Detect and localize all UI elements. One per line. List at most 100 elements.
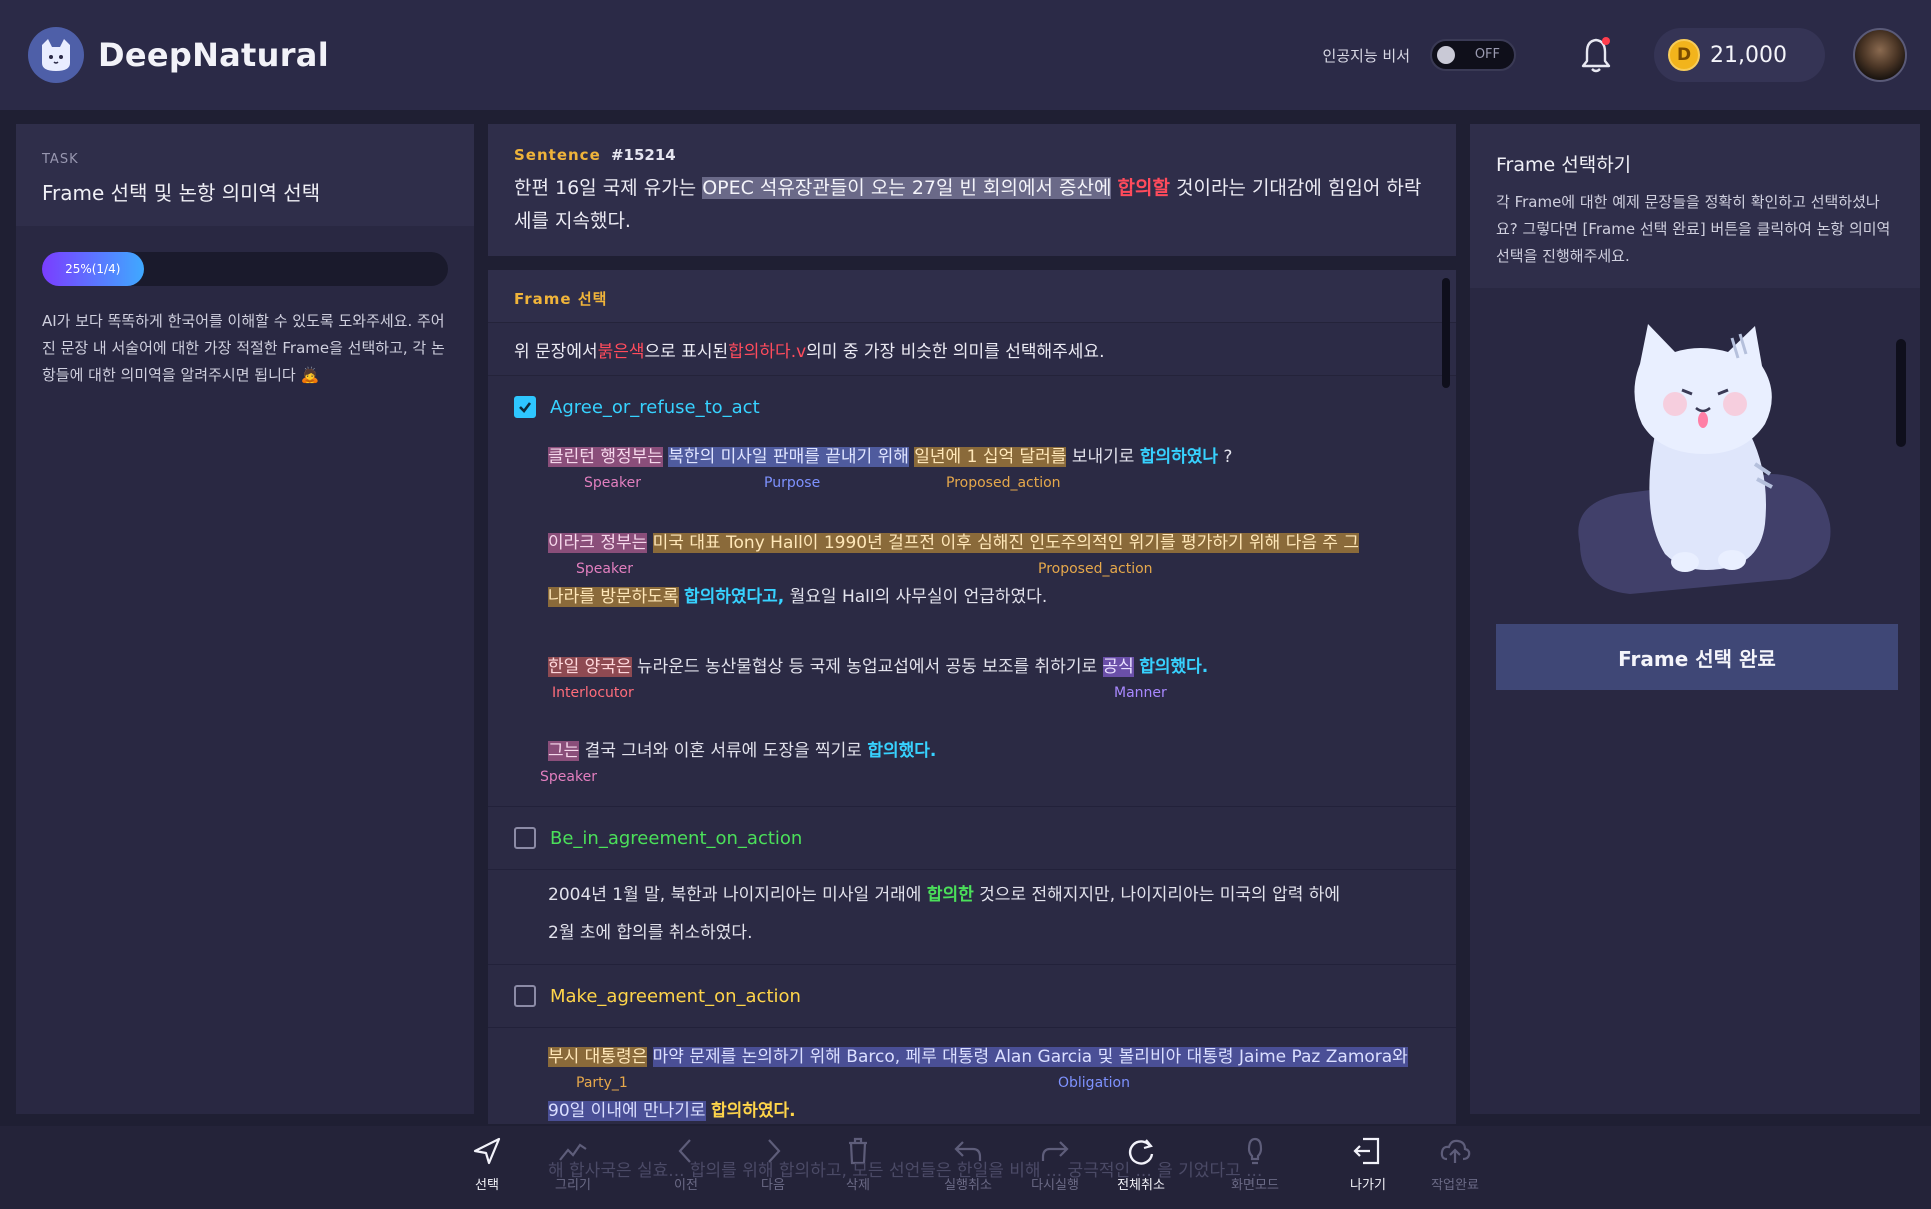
frame-option-label: Make_agreement_on_action	[550, 985, 801, 1007]
sentence-card: Sentence #15214 한편 16일 국제 유가는 OPEC 석유장관들…	[488, 124, 1456, 256]
example-predicate: 합의한	[926, 885, 974, 905]
example-line: 그는 결국 그녀와 이혼 서류에 도장을 찍기로 합의했다.	[548, 736, 1456, 766]
frame-option-label: Agree_or_refuse_to_act	[550, 396, 760, 418]
annotated-argument: 그는	[548, 741, 580, 761]
annotated-argument: 90일 이내에 만나기로	[548, 1101, 706, 1121]
question-predicate: 합의하다.v	[728, 341, 807, 362]
toggle-state: OFF	[1474, 47, 1501, 62]
annotated-argument: 부시 대통령은	[548, 1047, 648, 1067]
sentence-header: Sentence #15214	[514, 146, 1430, 164]
task-panel: TASK Frame 선택 및 논항 의미역 선택 25%(1/4) AI가 보…	[16, 124, 474, 1114]
frame-checkbox[interactable]	[514, 827, 536, 849]
main-content: Sentence #15214 한편 16일 국제 유가는 OPEC 석유장관들…	[488, 124, 1456, 1124]
example-sentence: 2004년 1월 말, 북한과 나이지리아는 미사일 거래에 합의한 것으로 전…	[548, 880, 1456, 918]
guide-panel: Frame 선택하기 각 Frame에 대한 예제 문장들을 정확히 확인하고 …	[1470, 124, 1920, 1114]
highlighted-argument: OPEC 석유장관들이 오는 27일 빈 회의에서 증산에	[702, 177, 1112, 199]
example-predicate: 합의하였다고,	[683, 587, 785, 607]
role-tag: Party_1	[576, 1075, 628, 1091]
guide-header: Frame 선택하기 각 Frame에 대한 예제 문장들을 정확히 확인하고 …	[1470, 124, 1920, 288]
user-avatar[interactable]	[1853, 28, 1907, 82]
frame-option-label: Be_in_agreement_on_action	[550, 827, 803, 849]
frame-select-complete-button[interactable]: Frame 선택 완료	[1496, 624, 1898, 690]
toolbar-button-exit[interactable]: 나가기	[1325, 1134, 1411, 1202]
example-text: 보내기로	[1066, 447, 1140, 467]
task-title: Frame 선택 및 논항 의미역 선택	[42, 181, 321, 205]
task-description: AI가 보다 똑똑하게 한국어를 이해할 수 있도록 도와주세요. 주어진 문장…	[42, 312, 445, 384]
top-header: DeepNatural 인공지능 비서 OFF D 21,000	[0, 0, 1931, 110]
example-line: 이라크 정부는 미국 대표 Tony Hall이 1990년 걸프전 이후 심해…	[548, 528, 1456, 558]
example-sentence: 그는 결국 그녀와 이혼 서류에 도장을 찍기로 합의했다. Speaker	[540, 732, 1456, 806]
guide-description: 각 Frame에 대한 예제 문장들을 정확히 확인하고 선택하셨나요? 그렇다…	[1496, 193, 1891, 265]
annotated-argument: 일년에 1 십억 달러를	[914, 447, 1067, 467]
ai-assistant-toggle[interactable]: OFF	[1430, 39, 1517, 71]
toggle-knob	[1437, 46, 1456, 64]
guide-title: Frame 선택하기	[1496, 154, 1632, 176]
example-text: ?	[1218, 447, 1233, 467]
sentence-part: 한편 16일 국제 유가는	[514, 177, 703, 199]
sentence-text: 한편 16일 국제 유가는 OPEC 석유장관들이 오는 27일 빈 회의에서 …	[514, 172, 1430, 238]
check-icon	[519, 402, 532, 413]
points-badge[interactable]: D 21,000	[1654, 28, 1825, 82]
question-red-word: 붉은색	[597, 341, 645, 362]
question-part: 으로 표시된	[644, 341, 729, 362]
frame-selection-card: Frame 선택 위 문장에서 붉은색 으로 표시된 합의하다.v 의미 중 가장…	[488, 270, 1456, 1124]
example-predicate: 합의했다.	[867, 741, 937, 761]
annotated-argument: 한일 양국은	[548, 657, 632, 677]
annotated-argument: 미국 대표 Tony Hall이 1990년 걸프전 이후 심해진 인도주의적인…	[652, 533, 1360, 553]
frame-option-agree-or-refuse[interactable]: Agree_or_refuse_to_act	[488, 376, 1456, 438]
progress-fill: 25%(1/4)	[42, 252, 144, 286]
frame-examples-list: 클린턴 행정부는 북한의 미사일 판매를 끝내기 위해 일년에 1 십억 달러를…	[488, 438, 1456, 806]
app-name: DeepNatural	[98, 36, 329, 74]
role-tag: Proposed_action	[946, 475, 1061, 491]
example-sentence-line2: 2월 초에 합의를 취소하였다.	[548, 923, 753, 943]
example-line: 90일 이내에 만나기로 합의하였다.	[548, 1096, 1456, 1124]
role-tag: Speaker	[540, 769, 597, 785]
points-value: 21,000	[1710, 42, 1787, 68]
frame-option-make-agreement[interactable]: Make_agreement_on_action	[488, 965, 1456, 1027]
coin-icon: D	[1668, 39, 1701, 71]
sentence-number: #15214	[610, 146, 676, 164]
example-text: 월요일 Hall의 사무실이 언급하였다.	[784, 587, 1048, 607]
frame-section-title: Frame 선택	[488, 270, 1456, 322]
toolbar-label: 작업완료	[1431, 1178, 1479, 1193]
role-tag: Speaker	[576, 561, 633, 577]
role-tag: Speaker	[584, 475, 641, 491]
example-line: 나라를 방문하도록 합의하였다고, 월요일 Hall의 사무실이 언급하였다.	[548, 582, 1456, 612]
example-sentence: 이라크 정부는 미국 대표 Tony Hall이 1990년 걸프전 이후 심해…	[548, 524, 1456, 648]
frame-checkbox-checked[interactable]	[514, 396, 536, 418]
example-text: 뉴라운드 농산물협상 등 국제 농업교섭에서 공동 보조를 취하기로	[631, 657, 1103, 677]
toolbar-button-cloud-upload[interactable]: 작업완료	[1412, 1134, 1498, 1202]
frame-list-scrollbar[interactable]	[1442, 278, 1450, 388]
notification-bell-icon[interactable]	[1578, 35, 1614, 75]
frame-question: 위 문장에서 붉은색 으로 표시된 합의하다.v 의미 중 가장 비슷한 의미를 …	[488, 322, 1456, 376]
annotated-argument: 나라를 방문하도록	[548, 587, 679, 607]
example-line: 한일 양국은 뉴라운드 농산물협상 등 국제 농업교섭에서 공동 보조를 취하기…	[548, 652, 1456, 682]
toolbar-button-select-arrow[interactable]: 선택	[444, 1134, 530, 1202]
role-tag: Obligation	[1058, 1075, 1130, 1091]
task-header: TASK Frame 선택 및 논항 의미역 선택	[16, 124, 474, 226]
task-progress-bar: 25%(1/4)	[42, 252, 448, 286]
example-text	[647, 1047, 652, 1067]
example-predicate: 합의했다.	[1139, 657, 1209, 677]
example-sentence: 부시 대통령은 마약 문제를 논의하기 위해 Barco, 페루 대통령 Ala…	[548, 1042, 1456, 1124]
annotated-argument: 클린턴 행정부는	[548, 447, 663, 467]
frame-examples-list: 2004년 1월 말, 북한과 나이지리아는 미사일 거래에 합의한 것으로 전…	[488, 870, 1456, 964]
example-sentence: 한일 양국은 뉴라운드 농산물협상 등 국제 농업교섭에서 공동 보조를 취하기…	[548, 648, 1456, 732]
role-tag: Interlocutor	[552, 685, 634, 701]
frame-checkbox[interactable]	[514, 985, 536, 1007]
example-predicate: 합의하였다.	[710, 1101, 796, 1121]
example-predicate: 합의하였나	[1139, 447, 1219, 467]
example-sentence: 클린턴 행정부는 북한의 미사일 판매를 끝내기 위해 일년에 1 십억 달러를…	[548, 438, 1456, 524]
role-tag: Manner	[1114, 685, 1167, 701]
annotated-argument: 공식	[1102, 657, 1134, 677]
frame-examples-list: 부시 대통령은 마약 문제를 논의하기 위해 Barco, 페루 대통령 Ala…	[488, 1028, 1456, 1124]
scrolled-background-text: 해 합사국은 실효... 합의를 위해 합의하고, 모든 선언들은 한일을 비해…	[548, 1161, 1263, 1181]
sentence-label: Sentence	[514, 146, 601, 164]
app-logo[interactable]: DeepNatural	[28, 27, 329, 83]
frame-option-be-in-agreement[interactable]: Be_in_agreement_on_action	[488, 807, 1456, 869]
exit-icon	[1353, 1137, 1380, 1165]
example-text	[647, 533, 652, 553]
annotated-argument: 마약 문제를 논의하기 위해 Barco, 페루 대통령 Alan Garcia…	[652, 1047, 1408, 1067]
example-text: 것으로 전해지지만, 나이지리아는 미국의 압력 하에	[973, 885, 1341, 905]
example-line: 부시 대통령은 마약 문제를 논의하기 위해 Barco, 페루 대통령 Ala…	[548, 1042, 1456, 1072]
